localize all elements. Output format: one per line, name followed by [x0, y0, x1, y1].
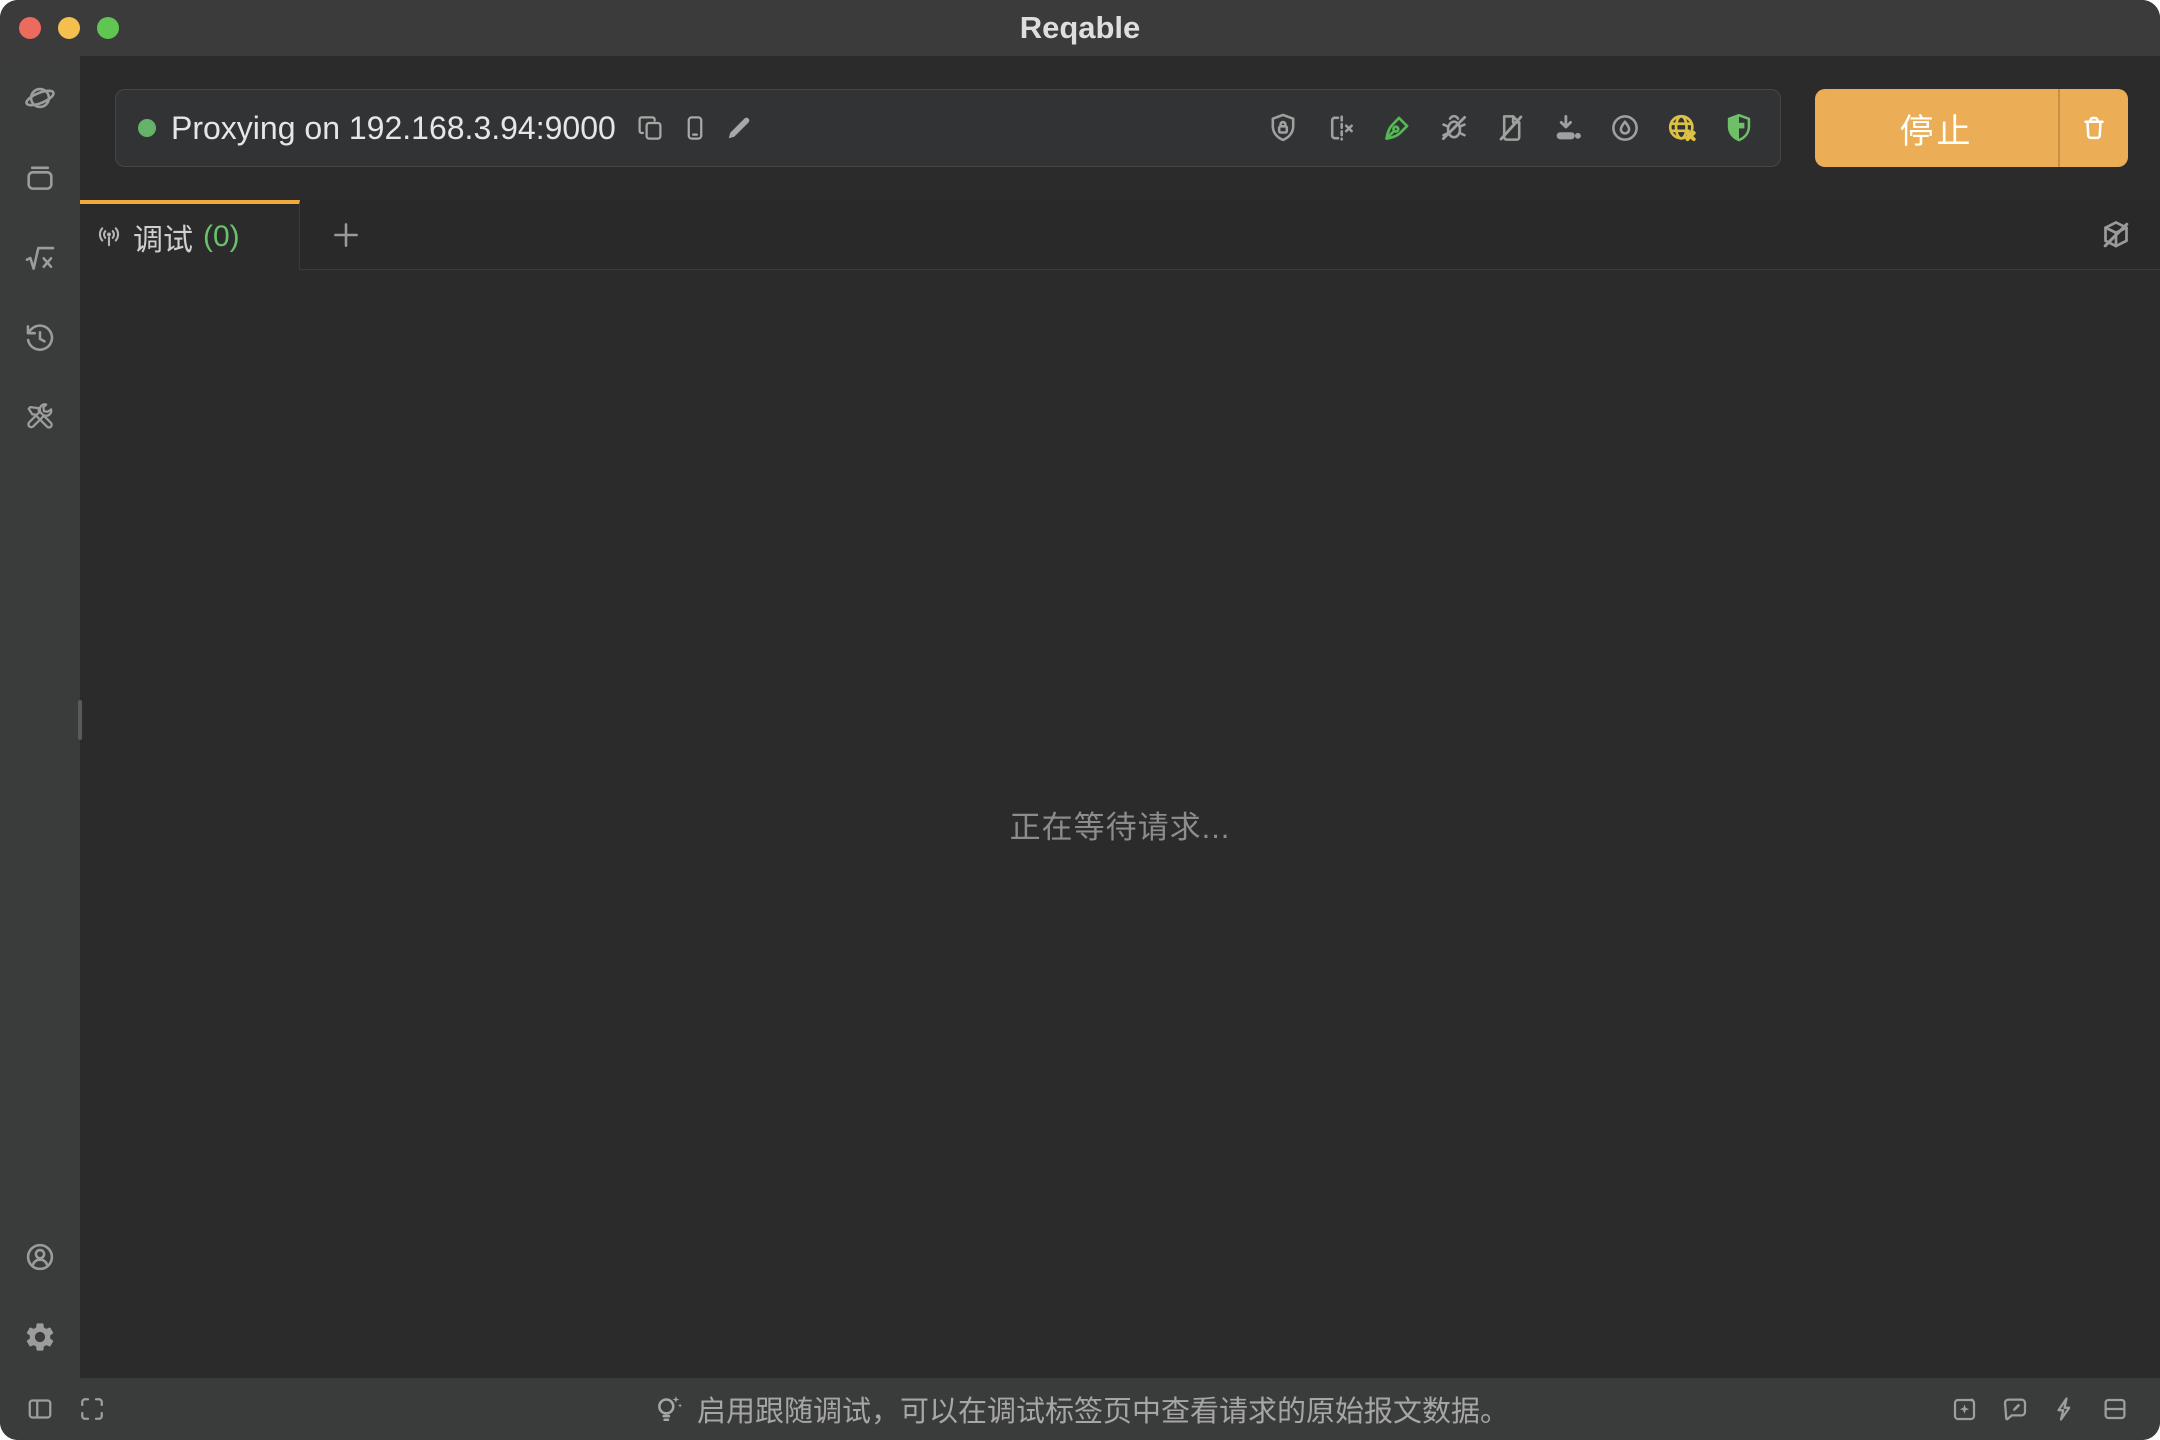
- sidebar-item-history[interactable]: [23, 321, 57, 355]
- panel-toggle-icon: [25, 1394, 55, 1424]
- planet-traffic-icon: [23, 81, 57, 115]
- performance-button[interactable]: [2050, 1394, 2080, 1424]
- script-pen-icon: [1380, 111, 1414, 145]
- statusbar-tip-text: 启用跟随调试，可以在调试标签页中查看请求的原始报文数据。: [696, 1396, 1509, 1428]
- sidebar-item-account[interactable]: [23, 1240, 57, 1274]
- globe-off-icon: [1665, 111, 1699, 145]
- sidebar: [0, 56, 80, 1378]
- theme-droplet-button[interactable]: [1608, 111, 1642, 145]
- trash-icon: [2079, 113, 2109, 143]
- device-split-button[interactable]: [1323, 111, 1357, 145]
- stop-button-label[interactable]: 停止: [1815, 89, 2060, 167]
- statusbar-right: [1950, 1394, 2130, 1424]
- tab-debug[interactable]: 调试 (0): [80, 200, 300, 270]
- proxy-status-dot: [138, 119, 156, 137]
- security-shield-button[interactable]: [1722, 111, 1756, 145]
- collect-download-button[interactable]: [1551, 111, 1585, 145]
- history-clock-icon: [23, 321, 57, 355]
- collection-box-icon: [23, 161, 57, 195]
- tabbar: 调试 (0): [80, 200, 2160, 270]
- sidebar-item-settings[interactable]: [23, 1320, 57, 1354]
- debug-bug-off-icon: [1437, 111, 1471, 145]
- layout-split-button[interactable]: [2100, 1394, 2130, 1424]
- edit-proxy-button[interactable]: [724, 113, 754, 143]
- script-pen-button[interactable]: [1380, 111, 1414, 145]
- fullscreen-button[interactable]: [77, 1394, 107, 1424]
- tabbar-rest: [300, 200, 2160, 270]
- user-account-icon: [23, 1240, 57, 1274]
- device-split-off-icon: [1323, 111, 1357, 145]
- statusbar-left: [25, 1394, 107, 1424]
- download-collect-icon: [1551, 111, 1585, 145]
- clear-sessions-button[interactable]: [2060, 89, 2128, 167]
- stop-button[interactable]: 停止: [1815, 89, 2128, 167]
- session-list-empty: 正在等待请求...: [80, 270, 2160, 1378]
- rewrite-doc-off-icon: [1494, 111, 1528, 145]
- flash-bolt-icon: [2050, 1394, 2080, 1424]
- debug-toggle-button[interactable]: [1437, 111, 1471, 145]
- ai-assistant-button[interactable]: [1950, 1394, 1980, 1424]
- mobile-connect-button[interactable]: [680, 113, 710, 143]
- add-tab-button[interactable]: [300, 200, 392, 269]
- droplet-circle-icon: [1608, 111, 1642, 145]
- fullscreen-icon: [77, 1394, 107, 1424]
- proxy-quick-actions: [636, 113, 754, 143]
- preview-toggle-button[interactable]: [2098, 217, 2134, 253]
- proxy-status-text: Proxying on 192.168.3.94:9000: [171, 109, 616, 146]
- panel-toggle-button[interactable]: [25, 1394, 55, 1424]
- feedback-button[interactable]: [2000, 1394, 2030, 1424]
- plus-icon: [329, 218, 363, 252]
- window-title: Reqable: [1019, 10, 1141, 45]
- waiting-message: 正在等待请求...: [1009, 809, 1231, 845]
- ai-sparkle-box-icon: [1950, 1394, 1980, 1424]
- network-globe-button[interactable]: [1665, 111, 1699, 145]
- sidebar-item-traffic[interactable]: [23, 81, 57, 115]
- tab-debug-label: 调试: [133, 224, 193, 257]
- proxy-panel: Proxying on 192.168.3.94:9000: [115, 89, 1781, 167]
- sidebar-item-scripting[interactable]: [23, 241, 57, 275]
- sidebar-item-collection[interactable]: [23, 161, 57, 195]
- settings-gear-icon: [23, 1320, 57, 1354]
- lightbulb-sparkle-icon: [651, 1392, 685, 1426]
- app-window: Reqable Proxying on 192.168.3.94:9000 停止…: [0, 0, 2160, 1440]
- security-shield-icon: [1722, 111, 1756, 145]
- main-area: Proxying on 192.168.3.94:9000 停止 调试 (0) …: [80, 56, 2160, 1378]
- preview-box-off-icon: [2098, 217, 2134, 253]
- certificate-button[interactable]: [1266, 111, 1300, 145]
- tab-debug-count: (0): [203, 220, 240, 253]
- statusbar-tip: 启用跟随调试，可以在调试标签页中查看请求的原始报文数据。: [0, 1388, 2160, 1430]
- copy-address-button[interactable]: [636, 113, 666, 143]
- titlebar: Reqable: [0, 0, 2160, 56]
- smartphone-icon: [680, 113, 710, 143]
- script-sqrt-icon: [23, 241, 57, 275]
- copy-icon: [636, 113, 666, 143]
- proxy-mode-actions: [1266, 111, 1756, 145]
- certificate-shield-lock-icon: [1266, 111, 1300, 145]
- split-rows-icon: [2100, 1394, 2130, 1424]
- toolbar: Proxying on 192.168.3.94:9000 停止: [80, 56, 2160, 200]
- edit-pencil-icon: [724, 113, 754, 143]
- sidebar-splitter-handle[interactable]: [78, 700, 82, 740]
- statusbar: 启用跟随调试，可以在调试标签页中查看请求的原始报文数据。: [0, 1378, 2160, 1440]
- feedback-message-icon: [2000, 1394, 2030, 1424]
- broadcast-icon: [95, 223, 123, 251]
- toolbox-icon: [23, 401, 57, 435]
- rewrite-toggle-button[interactable]: [1494, 111, 1528, 145]
- sidebar-item-tools[interactable]: [23, 401, 57, 435]
